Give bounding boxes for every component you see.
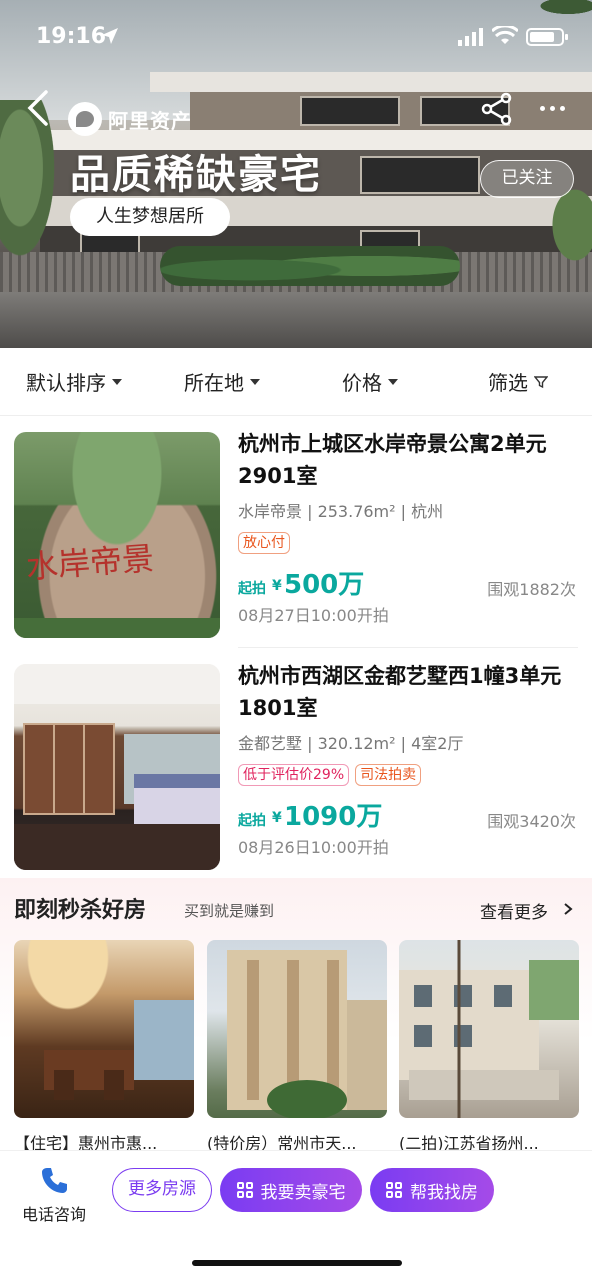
brand-logo: 阿里资产 bbox=[68, 102, 192, 136]
listing-photo: 水岸帝景 bbox=[14, 432, 220, 638]
listing-date: 08月26日10:00开拍 bbox=[238, 838, 389, 857]
status-bar: 19:16 bbox=[0, 0, 592, 76]
more-listings-button[interactable]: 更多房源 bbox=[112, 1168, 212, 1212]
currency-symbol: ¥ bbox=[272, 810, 282, 826]
hero-title: 品质稀缺豪宅 bbox=[70, 152, 322, 198]
follow-button[interactable]: 已关注 bbox=[480, 160, 574, 198]
filter-label: 筛选 bbox=[488, 371, 528, 395]
filter-label: 所在地 bbox=[184, 371, 244, 395]
start-price-label: 起拍 bbox=[238, 581, 266, 597]
phone-consult-button[interactable]: 电话咨询 bbox=[18, 1165, 90, 1225]
filter-location[interactable]: 所在地 bbox=[148, 348, 296, 415]
flash-sale-subtitle: 买到就是赚到 bbox=[184, 902, 275, 920]
flash-sale-card[interactable]: (特价房）常州市天... bbox=[207, 940, 387, 1154]
battery-icon bbox=[526, 28, 568, 46]
listing-card[interactable]: 杭州市西湖区金都艺墅西1幢3单元1801室 金都艺墅 | 320.12m² | … bbox=[0, 650, 592, 882]
share-icon[interactable] bbox=[480, 92, 514, 126]
more-options-icon[interactable] bbox=[540, 106, 565, 111]
listing-price: 1090万 bbox=[284, 802, 383, 832]
see-more-link[interactable]: 查看更多 bbox=[480, 898, 548, 923]
hero-tagline: 人生梦想居所 bbox=[70, 198, 230, 236]
listing-price: 500万 bbox=[284, 570, 365, 600]
svg-text:水岸帝景: 水岸帝景 bbox=[25, 539, 155, 586]
flash-sale-photo bbox=[207, 940, 387, 1118]
wifi-icon bbox=[492, 26, 518, 44]
caret-down-icon bbox=[250, 378, 260, 385]
listing-date: 08月27日10:00开拍 bbox=[238, 606, 389, 625]
filter-bar: 默认排序 所在地 价格 筛选 bbox=[0, 348, 592, 416]
listing-meta: 水岸帝景 | 253.76m² | 杭州 bbox=[238, 502, 444, 521]
home-indicator bbox=[192, 1260, 402, 1266]
listing-badge: 低于评估价29% bbox=[238, 764, 350, 786]
currency-symbol: ¥ bbox=[272, 578, 282, 594]
filter-screen[interactable]: 筛选 bbox=[444, 348, 592, 415]
filter-icon bbox=[534, 375, 548, 388]
filter-price[interactable]: 价格 bbox=[296, 348, 444, 415]
chevron-right-icon[interactable] bbox=[562, 902, 574, 916]
phone-label: 电话咨询 bbox=[21, 1205, 86, 1224]
flash-sale-photo bbox=[399, 940, 579, 1118]
listing-title[interactable]: 杭州市上城区水岸帝景公寓2单元2901室 bbox=[238, 428, 578, 492]
status-time: 19:16 bbox=[36, 24, 107, 49]
listing-card[interactable]: 水岸帝景 杭州市上城区水岸帝景公寓2单元2901室 水岸帝景 | 253.76m… bbox=[0, 418, 592, 650]
flash-sale-card[interactable]: (二拍)江苏省扬州... bbox=[399, 940, 579, 1154]
listing-photo bbox=[14, 664, 220, 870]
flash-sale-photo bbox=[14, 940, 194, 1118]
filter-sort[interactable]: 默认排序 bbox=[0, 348, 148, 415]
listing-badge: 放心付 bbox=[238, 532, 290, 554]
listing-views: 围观3420次 bbox=[487, 812, 576, 831]
flash-sale-card[interactable]: 【住宅】惠州市惠... bbox=[14, 940, 194, 1154]
divider bbox=[238, 647, 578, 648]
grid-icon bbox=[236, 1182, 253, 1198]
listing-badge: 司法拍卖 bbox=[355, 764, 422, 786]
caret-down-icon bbox=[388, 378, 398, 385]
phone-icon bbox=[42, 1168, 67, 1193]
ali-asset-logo-icon bbox=[68, 102, 102, 136]
flash-sale-title: 即刻秒杀好房 bbox=[14, 898, 147, 923]
sell-luxury-home-button[interactable]: 我要卖豪宅 bbox=[220, 1168, 362, 1212]
find-home-button[interactable]: 帮我找房 bbox=[370, 1168, 494, 1212]
find-label: 帮我找房 bbox=[410, 1182, 478, 1203]
listing-views: 围观1882次 bbox=[487, 580, 576, 599]
caret-down-icon bbox=[112, 378, 122, 385]
listing-meta: 金都艺墅 | 320.12m² | 4室2厅 bbox=[238, 734, 464, 753]
brand-name: 阿里资产 bbox=[108, 108, 192, 133]
filter-label: 默认排序 bbox=[26, 371, 106, 395]
sell-label: 我要卖豪宅 bbox=[260, 1182, 346, 1203]
start-price-label: 起拍 bbox=[238, 813, 266, 829]
listing-title[interactable]: 杭州市西湖区金都艺墅西1幢3单元1801室 bbox=[238, 660, 578, 724]
flash-sale-section: 即刻秒杀好房 买到就是赚到 查看更多 【住宅】惠州市惠... (特价房）常州市天… bbox=[0, 878, 592, 1153]
grid-icon bbox=[386, 1182, 402, 1198]
location-arrow-icon bbox=[102, 28, 118, 44]
signal-icon bbox=[458, 28, 483, 46]
back-arrow-icon[interactable] bbox=[22, 88, 58, 128]
filter-label: 价格 bbox=[342, 371, 382, 395]
